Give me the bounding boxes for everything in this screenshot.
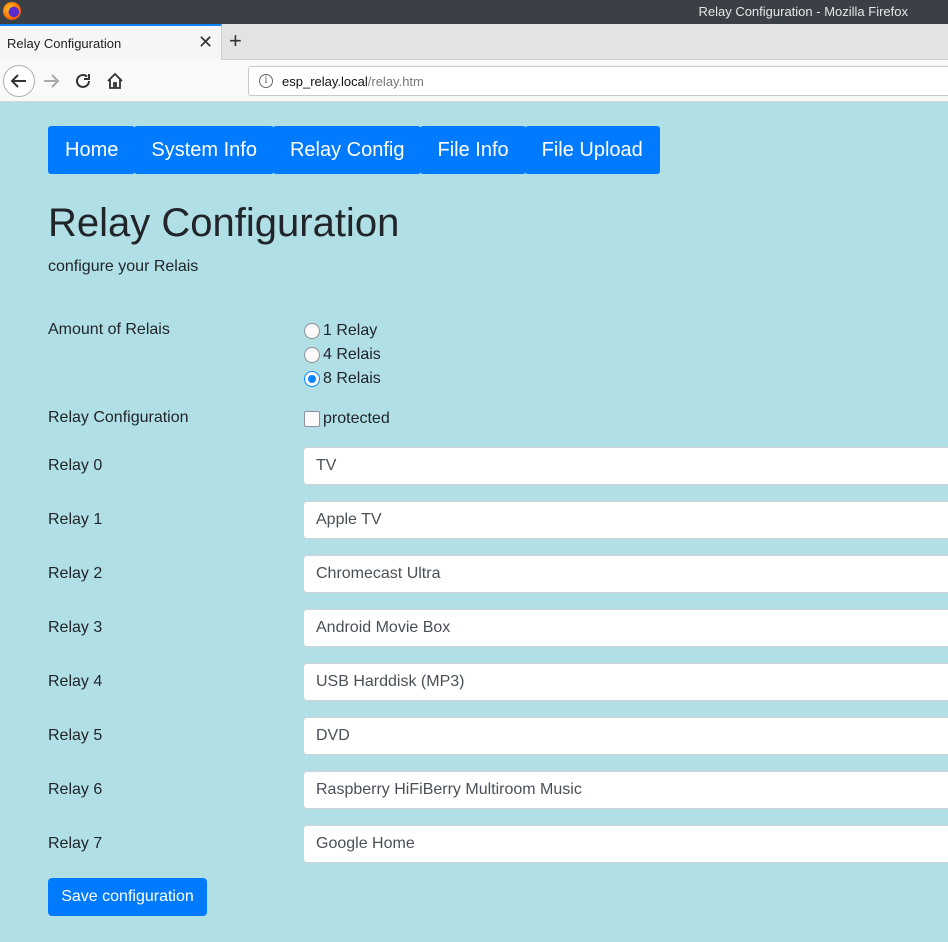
- relay-7-label: Relay 7: [48, 835, 103, 852]
- checkbox-label: protected: [323, 410, 390, 427]
- relay-4-label: Relay 4: [48, 673, 103, 690]
- back-button[interactable]: [3, 65, 35, 97]
- relay-7-input[interactable]: Google Home: [303, 825, 948, 863]
- radio-label: 4 Relais: [323, 346, 381, 363]
- url-text: esp_relay.local/relay.htm: [282, 74, 424, 89]
- reload-button[interactable]: [67, 65, 99, 97]
- radio-button[interactable]: [304, 347, 320, 363]
- relay-3-label: Relay 3: [48, 619, 103, 636]
- new-tab-icon[interactable]: +: [229, 29, 242, 53]
- address-bar[interactable]: i esp_relay.local/relay.htm: [248, 66, 948, 96]
- window-title: Relay Configuration - Mozilla Firefox: [698, 4, 908, 19]
- relay-0-input[interactable]: TV: [303, 447, 948, 485]
- nav-relay-config[interactable]: Relay Config: [272, 126, 422, 174]
- page-title: Relay Configuration: [48, 201, 400, 245]
- close-tab-icon[interactable]: ✕: [198, 33, 213, 51]
- tab-strip: Relay Configuration ✕ +: [0, 24, 948, 60]
- relay-5-input[interactable]: DVD: [303, 717, 948, 755]
- reload-icon: [76, 73, 90, 88]
- radio-label: 1 Relay: [323, 322, 378, 339]
- home-button[interactable]: [99, 65, 131, 97]
- relay-5-label: Relay 5: [48, 727, 103, 744]
- relay-configuration-label: Relay Configuration: [48, 409, 189, 426]
- url-host: esp_relay.local: [282, 74, 368, 89]
- browser-navbar: i esp_relay.local/relay.htm: [0, 60, 948, 102]
- forward-button[interactable]: [35, 65, 67, 97]
- protected-checkbox[interactable]: [304, 411, 320, 427]
- site-info-icon[interactable]: i: [259, 74, 273, 88]
- protected-toggle[interactable]: protected: [304, 409, 390, 429]
- radio-1-relay[interactable]: 1 Relay: [304, 321, 377, 341]
- relay-1-label: Relay 1: [48, 511, 103, 528]
- page-content: Home System Info Relay Config File Info …: [0, 102, 948, 942]
- back-arrow-icon: [10, 74, 26, 88]
- page-subtitle: configure your Relais: [48, 258, 199, 275]
- nav-system-info[interactable]: System Info: [134, 126, 274, 174]
- tab-title: Relay Configuration: [7, 36, 122, 51]
- radio-button[interactable]: [304, 323, 320, 339]
- radio-4-relais[interactable]: 4 Relais: [304, 345, 381, 365]
- tab-relay-configuration[interactable]: Relay Configuration ✕: [0, 24, 222, 60]
- home-icon: [107, 72, 123, 89]
- relay-0-label: Relay 0: [48, 457, 103, 474]
- amount-label: Amount of Relais: [48, 321, 170, 338]
- radio-8-relais[interactable]: 8 Relais: [304, 369, 381, 389]
- relay-6-label: Relay 6: [48, 781, 103, 798]
- relay-6-input[interactable]: Raspberry HiFiBerry Multiroom Music: [303, 771, 948, 809]
- relay-2-label: Relay 2: [48, 565, 103, 582]
- relay-4-input[interactable]: USB Harddisk (MP3): [303, 663, 948, 701]
- relay-3-input[interactable]: Android Movie Box: [303, 609, 948, 647]
- forward-arrow-icon: [44, 74, 60, 88]
- radio-label: 8 Relais: [323, 370, 381, 387]
- firefox-logo-icon: [3, 2, 21, 20]
- nav-file-upload[interactable]: File Upload: [524, 126, 660, 174]
- relay-1-input[interactable]: Apple TV: [303, 501, 948, 539]
- radio-button-checked[interactable]: [304, 371, 320, 387]
- nav-home[interactable]: Home: [48, 126, 136, 174]
- top-navigation: Home System Info Relay Config File Info …: [48, 126, 660, 174]
- nav-file-info[interactable]: File Info: [420, 126, 526, 174]
- url-path: /relay.htm: [367, 74, 424, 89]
- window-titlebar: Relay Configuration - Mozilla Firefox: [0, 0, 948, 24]
- save-configuration-button[interactable]: Save configuration: [48, 878, 207, 916]
- relay-2-input[interactable]: Chromecast Ultra: [303, 555, 948, 593]
